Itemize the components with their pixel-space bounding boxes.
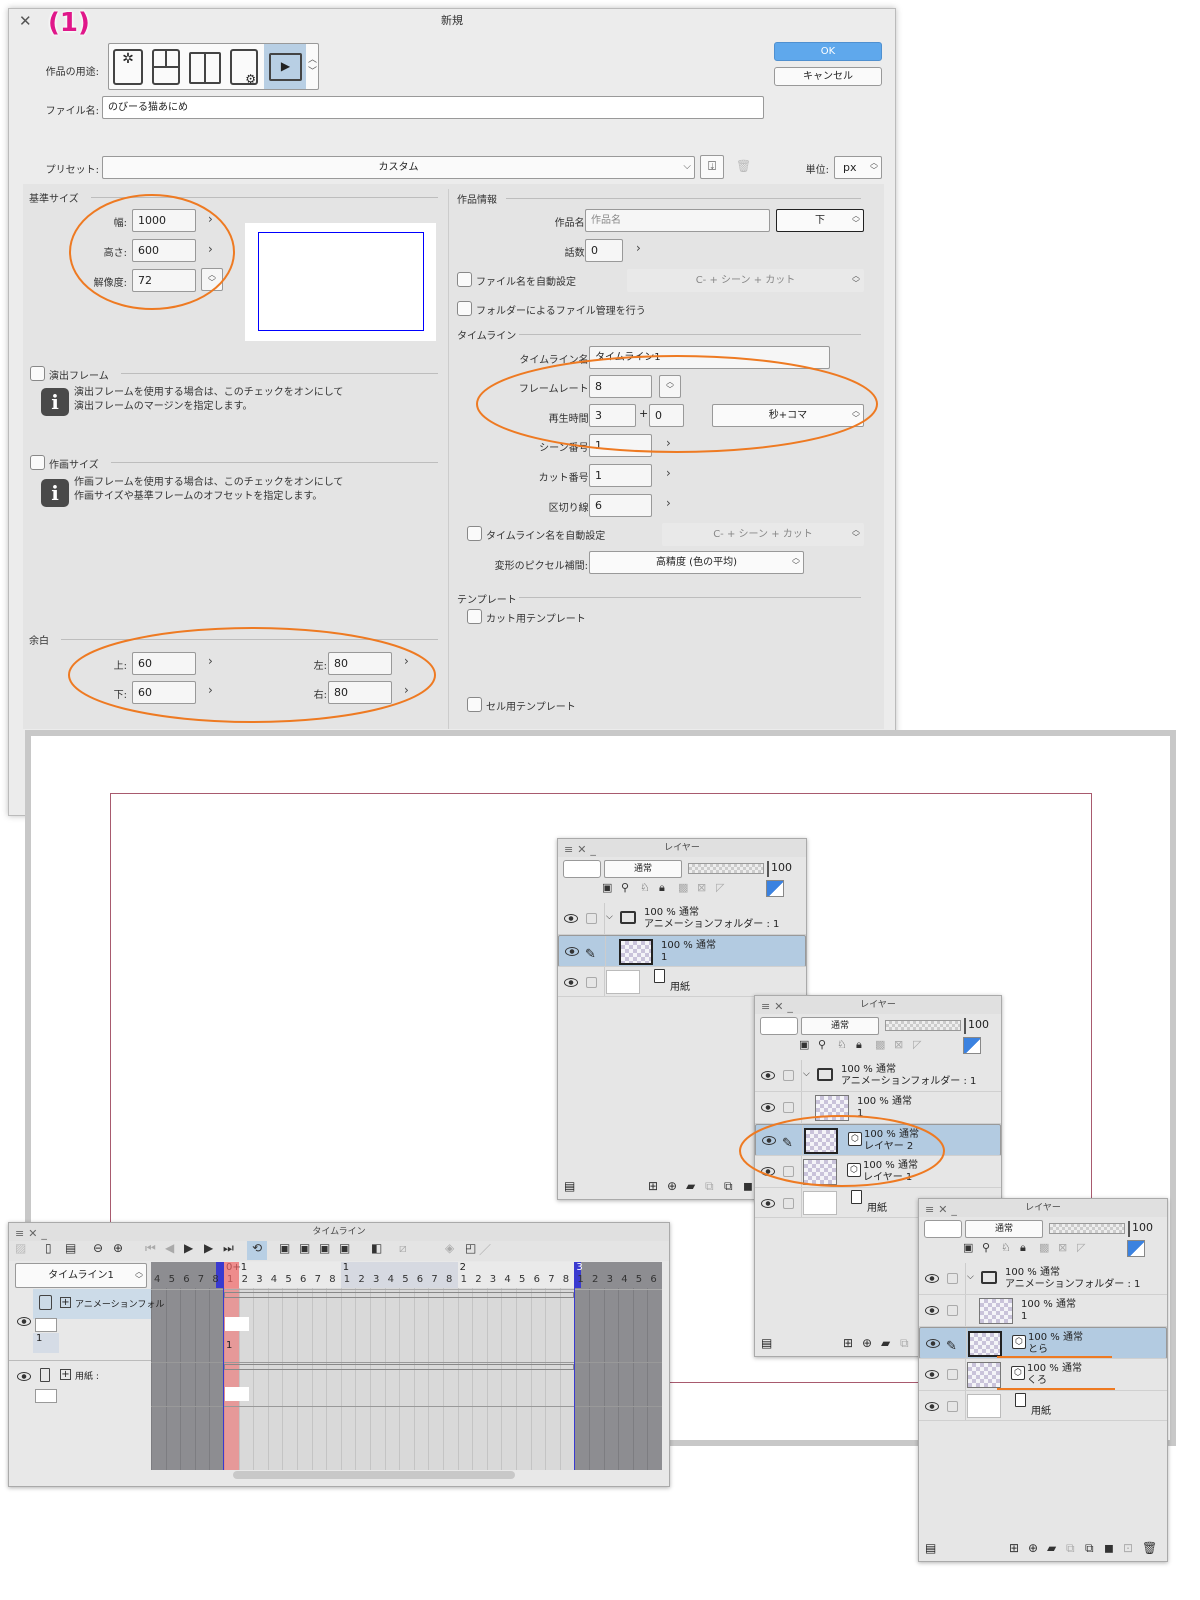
annotation-ellipse [476,355,878,453]
annotation-overlay [68,194,1115,1390]
annotation-ellipse [739,1115,945,1187]
annotation-ellipse [69,194,235,310]
annotation-ellipse [68,627,436,723]
